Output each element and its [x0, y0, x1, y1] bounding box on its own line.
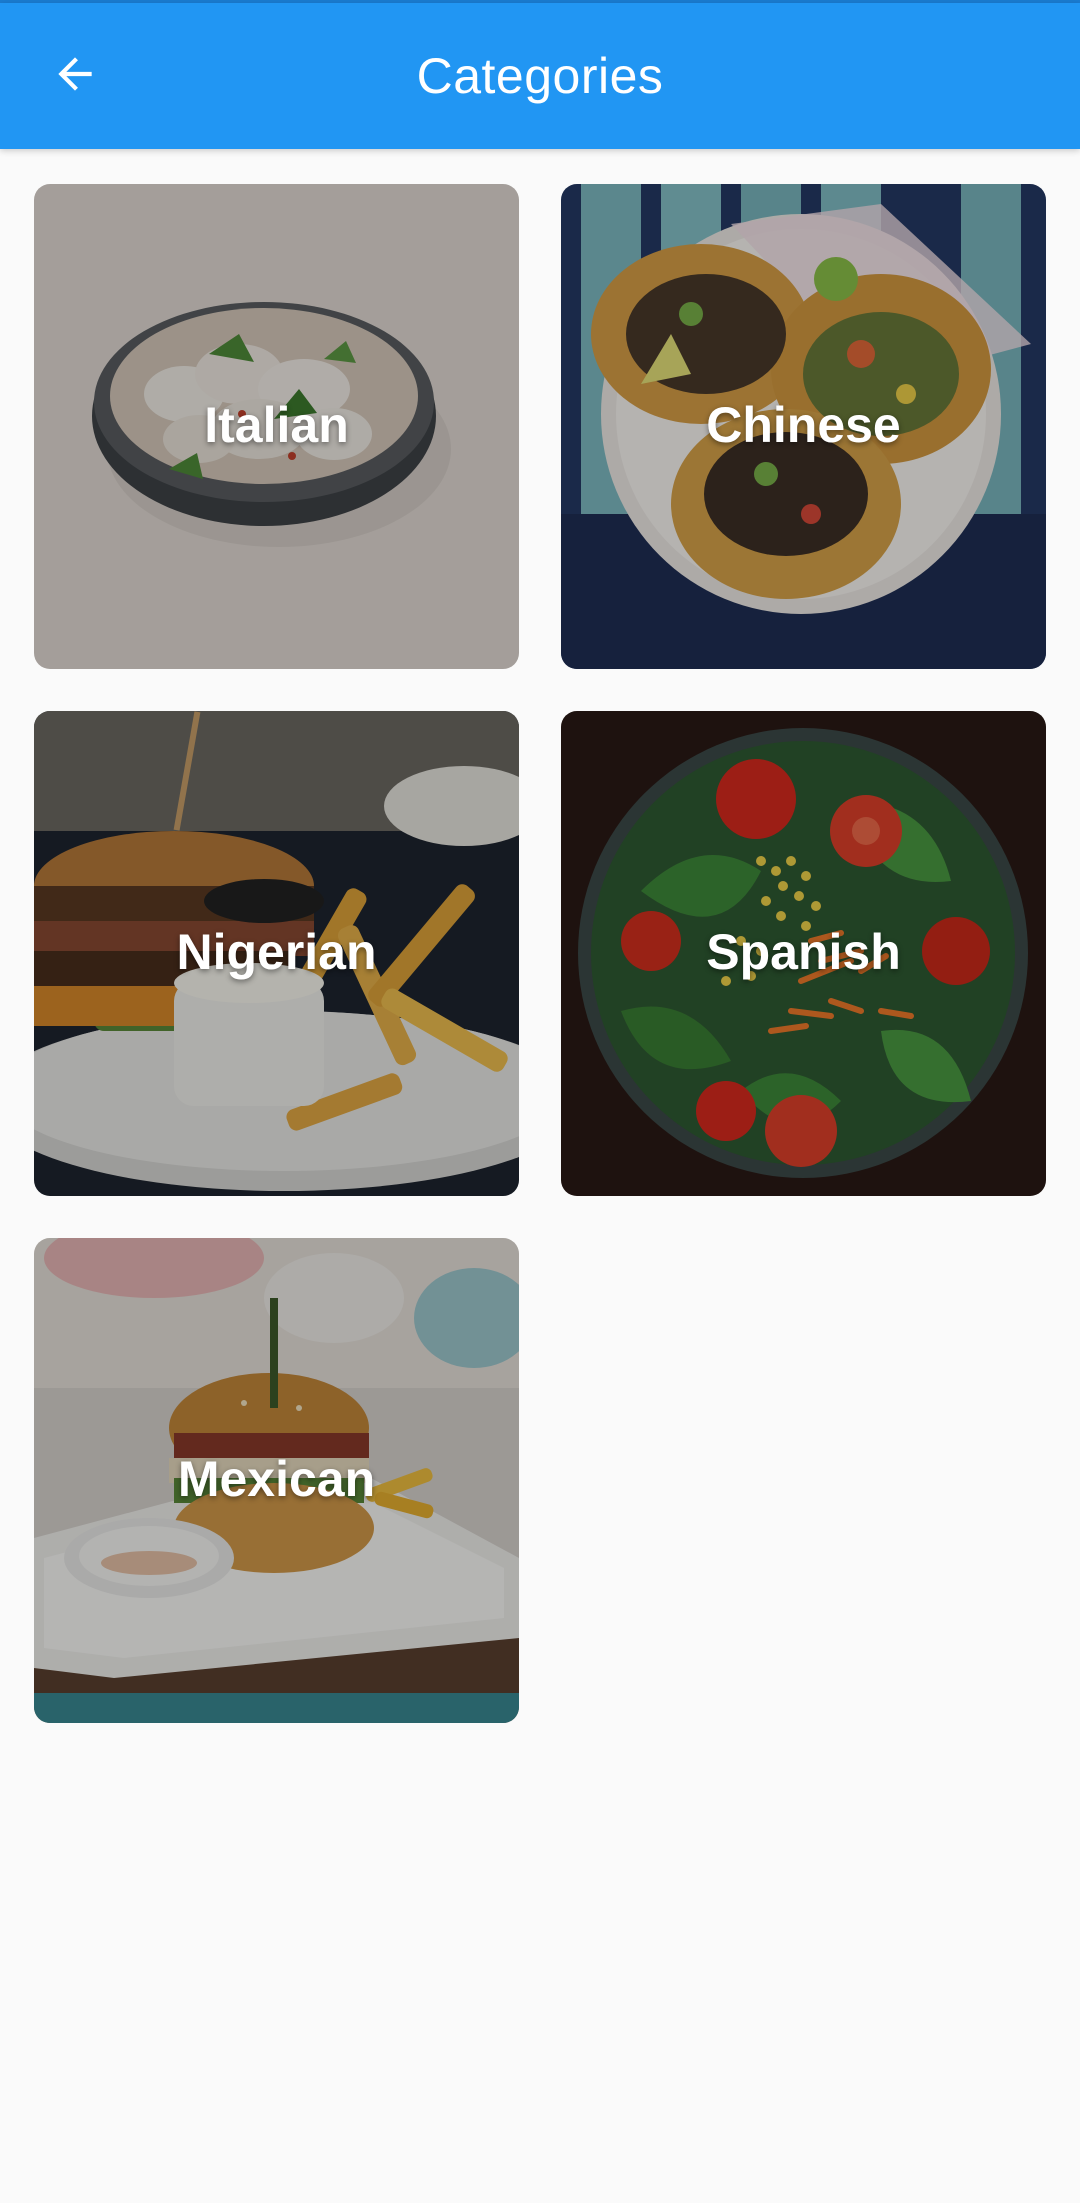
category-label: Nigerian	[176, 924, 377, 980]
category-label: Italian	[204, 397, 349, 453]
category-label: Chinese	[706, 397, 901, 453]
category-card-mexican[interactable]: Mexican	[34, 1238, 519, 1723]
category-label: Spanish	[706, 924, 901, 980]
category-card-italian[interactable]: Italian	[34, 184, 519, 669]
category-card-chinese[interactable]: Chinese	[561, 184, 1046, 669]
category-grid: Italian Chinese Nigerian Spanish Mexican	[0, 0, 1080, 2203]
category-card-nigerian[interactable]: Nigerian	[34, 711, 519, 1196]
category-card-spanish[interactable]: Spanish	[561, 711, 1046, 1196]
category-label: Mexican	[177, 1451, 376, 1507]
